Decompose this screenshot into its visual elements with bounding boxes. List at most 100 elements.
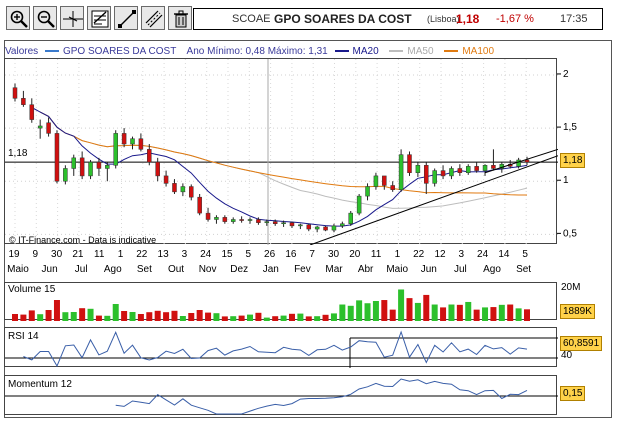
- indicators-tool[interactable]: [87, 6, 111, 30]
- date-day-label: 3: [459, 249, 465, 260]
- volume-bar: [154, 310, 161, 321]
- candle-body: [298, 224, 303, 227]
- zoom-out-tool[interactable]: [33, 6, 57, 30]
- price-chart: [5, 59, 558, 245]
- candle-body: [197, 196, 202, 214]
- candle-body: [390, 185, 395, 190]
- volume-bar: [398, 289, 405, 321]
- candle-body: [121, 133, 127, 145]
- date-month-label: Abr: [358, 264, 374, 275]
- date-day-label: 30: [51, 249, 63, 260]
- volume-bar: [389, 309, 396, 321]
- volume-bar: [414, 302, 421, 321]
- momentum-panel[interactable]: Momentum 12: [4, 375, 558, 415]
- candle-body: [88, 161, 93, 177]
- candle-body: [440, 170, 446, 177]
- trendline-tool[interactable]: [114, 6, 138, 30]
- rsi-panel[interactable]: RSI 14: [4, 327, 558, 368]
- date-day-label: 20: [349, 249, 361, 260]
- date-day-label: 1: [118, 249, 124, 260]
- date-day-label: 7: [309, 249, 315, 260]
- date-day-label: 5: [522, 249, 528, 260]
- ma50-line: [39, 111, 528, 209]
- volume-bar: [53, 300, 60, 321]
- volume-bar: [339, 304, 346, 321]
- candle-body: [331, 225, 337, 231]
- ma100-swatch: [444, 50, 459, 53]
- volume-bar: [498, 304, 505, 321]
- candle-body: [105, 165, 110, 169]
- quote-bar: SCOAE GPO SOARES DA COST (Lisboa) 1,18 -…: [193, 8, 603, 30]
- candle-body: [12, 87, 18, 99]
- volume-bar: [297, 313, 304, 321]
- zoom-in-tool[interactable]: [6, 6, 30, 30]
- volume-bar: [230, 316, 237, 321]
- trendline-support: [309, 155, 558, 245]
- date-day-label: 24: [477, 249, 489, 260]
- quote-name: GPO SOARES DA COST: [274, 12, 412, 26]
- price-axis: 2 1,5 1 0,5: [557, 69, 577, 239]
- volume-bar: [205, 312, 212, 321]
- volume-bar: [196, 310, 203, 321]
- volume-bar: [213, 313, 220, 321]
- date-month-label: Fev: [294, 264, 311, 275]
- quote-symbol: SCOAE: [232, 13, 271, 25]
- candle-body: [415, 165, 421, 173]
- candle-body: [37, 125, 43, 129]
- date-month-label: Mar: [325, 264, 343, 275]
- price-tick-label: 1: [563, 175, 569, 186]
- candle-body: [340, 223, 345, 227]
- trendline-icon: [118, 10, 136, 28]
- volume-bar: [188, 313, 195, 321]
- candle-body: [205, 212, 211, 220]
- date-day-label: 1: [395, 249, 401, 260]
- date-month-label: Set: [516, 264, 531, 275]
- date-month-label: Nov: [199, 264, 217, 275]
- channel-icon: [145, 10, 163, 28]
- volume-bar: [431, 304, 438, 321]
- ma20-swatch: [334, 50, 349, 53]
- candle-body: [222, 217, 228, 222]
- rsi-value-box: 60,8591: [560, 336, 603, 351]
- volume-bar: [448, 304, 455, 321]
- date-month-label: Ago: [483, 264, 501, 275]
- volume-bar: [112, 304, 119, 321]
- price-panel[interactable]: © IT-Finance.com - Data is indicative 1,…: [4, 58, 558, 245]
- zoom-out-icon: [37, 10, 55, 28]
- crosshair-tool[interactable]: [60, 6, 84, 30]
- candle-body: [424, 165, 429, 184]
- volume-bar: [104, 315, 111, 321]
- volume-bar: [87, 308, 94, 321]
- volume-bar: [330, 313, 337, 321]
- date-month-label: Maio: [386, 264, 408, 275]
- volume-bar: [62, 312, 69, 321]
- ma50-swatch: [389, 50, 404, 53]
- chart-toolbar: SCOAE GPO SOARES DA COST (Lisboa) 1,18 -…: [0, 0, 640, 38]
- ma20-label: MA20: [352, 46, 379, 57]
- channel-tool[interactable]: [141, 6, 165, 30]
- momentum-chart: [5, 378, 558, 415]
- date-day-label: 22: [413, 249, 425, 260]
- delete-tool[interactable]: [168, 6, 192, 30]
- candle-body: [172, 183, 177, 193]
- date-month-label: Ago: [104, 264, 122, 275]
- volume-bar: [79, 308, 86, 321]
- candle-body: [373, 175, 379, 187]
- ma100-line: [39, 111, 527, 196]
- rsi-label: RSI 14: [8, 331, 39, 342]
- date-day-label: 3: [182, 249, 188, 260]
- candle-body: [147, 149, 152, 163]
- momentum-label: Momentum 12: [8, 379, 72, 390]
- candle-body: [516, 159, 521, 167]
- volume-value-box: 1889K: [560, 304, 595, 319]
- date-day-label: 15: [221, 249, 233, 260]
- volume-bar: [129, 312, 136, 321]
- candle-body: [306, 224, 312, 230]
- volume-bar: [288, 313, 295, 321]
- date-day-label: 12: [434, 249, 446, 260]
- volume-panel[interactable]: Volume 15: [4, 282, 557, 321]
- candle-body: [256, 219, 261, 223]
- candle-body: [189, 186, 194, 198]
- candle-body: [180, 186, 186, 193]
- volume-bar: [37, 314, 44, 321]
